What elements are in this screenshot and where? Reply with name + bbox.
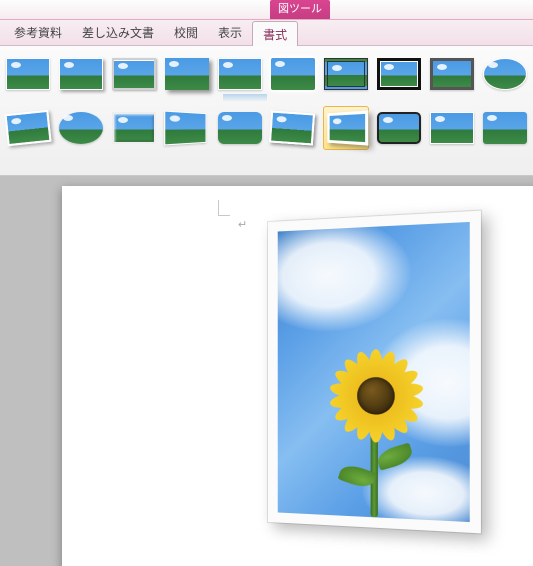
- style-compound[interactable]: [429, 52, 474, 96]
- inserted-picture[interactable]: [268, 211, 481, 534]
- sunflower-graphic: [319, 340, 434, 520]
- style-simple-shadow[interactable]: [59, 52, 104, 96]
- tab-view[interactable]: 表示: [208, 20, 252, 46]
- picture-frame: [268, 211, 481, 534]
- style-beveled-oval[interactable]: [59, 106, 104, 150]
- tab-references[interactable]: 参考資料: [4, 20, 72, 46]
- style-rounded[interactable]: [217, 106, 262, 150]
- style-thick-black[interactable]: [376, 52, 421, 96]
- style-reflected-bevel[interactable]: [429, 106, 474, 150]
- tab-mailings[interactable]: 差し込み文書: [72, 20, 164, 46]
- context-tool-tab: 図ツール: [270, 0, 330, 19]
- style-double-frame[interactable]: [323, 52, 368, 96]
- tab-picture-format[interactable]: 書式: [252, 21, 298, 47]
- ribbon-picture-format: [0, 46, 533, 176]
- title-bar: 図ツール: [0, 0, 533, 20]
- document-workspace: ↵: [0, 176, 533, 566]
- style-soft-edge[interactable]: [271, 52, 316, 96]
- style-rounded-black[interactable]: [377, 106, 422, 150]
- style-drop-shadow[interactable]: [165, 52, 210, 96]
- style-relaxed-bevel[interactable]: [112, 106, 157, 150]
- style-metal-frame[interactable]: [112, 52, 157, 96]
- style-oval[interactable]: [482, 52, 527, 96]
- style-rotated-white[interactable]: [6, 106, 51, 150]
- style-snip-white[interactable]: [270, 106, 315, 150]
- gallery-row: [6, 52, 527, 96]
- tab-review[interactable]: 校閲: [164, 20, 208, 46]
- paragraph-mark-icon: ↵: [238, 218, 247, 231]
- style-perspective-shadow[interactable]: [164, 106, 209, 150]
- style-simple-frame-white[interactable]: [6, 52, 51, 96]
- document-page[interactable]: ↵: [62, 186, 533, 566]
- margin-mark-icon: [218, 200, 230, 216]
- style-reflected[interactable]: [218, 52, 263, 96]
- cloud-shape: [268, 214, 411, 332]
- gallery-row: [6, 106, 527, 150]
- ribbon-tabs: 参考資料 差し込み文書 校閲 表示 書式: [0, 20, 533, 46]
- style-bevel-rect[interactable]: [482, 106, 527, 150]
- style-relaxed-perspective-white[interactable]: [323, 106, 369, 150]
- picture-styles-gallery: [6, 52, 527, 150]
